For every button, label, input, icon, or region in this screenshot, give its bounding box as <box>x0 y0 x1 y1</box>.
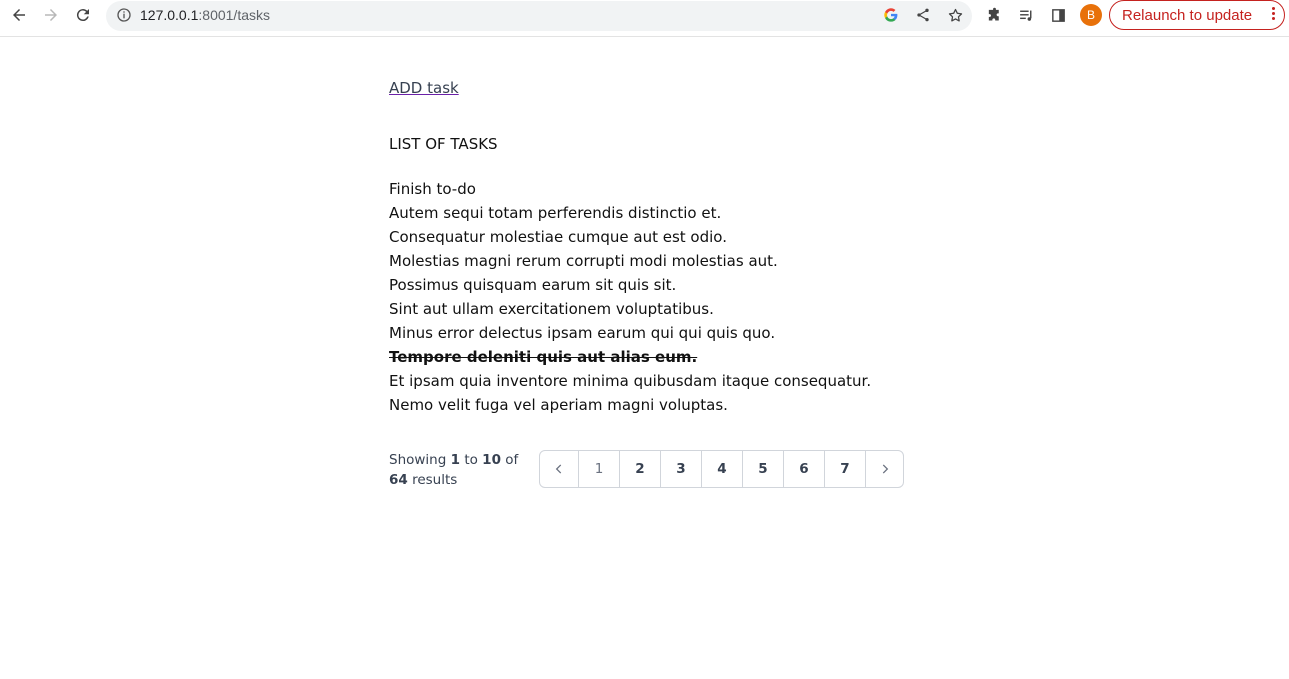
extensions-icon[interactable] <box>983 4 1005 26</box>
to-word: to <box>464 452 478 468</box>
url-text[interactable]: 127.0.0.1:8001/tasks <box>140 7 270 23</box>
page-1-button[interactable]: 1 <box>578 451 619 487</box>
more-vert-icon[interactable] <box>1272 7 1276 23</box>
task-list: Finish to-do Autem sequi totam perferend… <box>389 179 871 419</box>
of-word: of <box>505 452 519 468</box>
chevron-left-icon <box>555 464 562 474</box>
add-task-link[interactable]: ADD task <box>389 79 459 97</box>
browser-toolbar: 127.0.0.1:8001/tasks B Relaunch to updat… <box>0 0 1289 37</box>
chevron-right-icon <box>882 464 888 474</box>
info-icon[interactable] <box>116 7 132 23</box>
arrow-left-icon <box>13 9 25 21</box>
pagination-summary: Showing 1 to 10 of 64 results <box>389 450 534 490</box>
page-4-button[interactable]: 4 <box>701 451 742 487</box>
url-path: :8001/tasks <box>198 7 270 23</box>
relaunch-label: Relaunch to update <box>1122 6 1253 24</box>
reload-icon <box>76 9 89 22</box>
side-panel-icon[interactable] <box>1047 4 1069 26</box>
task-item: Sint aut ullam exercitationem voluptatib… <box>389 300 714 318</box>
range-from: 1 <box>450 452 461 468</box>
previous-page-button[interactable] <box>540 451 578 487</box>
task-item: Nemo velit fuga vel aperiam magni volupt… <box>389 396 728 414</box>
page-3-button[interactable]: 3 <box>660 451 701 487</box>
page-6-button[interactable]: 6 <box>783 451 824 487</box>
share-icon[interactable] <box>913 5 933 25</box>
reading-list-icon[interactable] <box>1015 4 1037 26</box>
task-item-completed: Tempore deleniti quis aut alias eum. <box>389 348 698 366</box>
task-item: Minus error delectus ipsam earum qui qui… <box>389 324 776 342</box>
list-heading: LIST OF TASKS <box>389 135 498 153</box>
forward-button[interactable] <box>37 4 65 26</box>
task-item: Possimus quisquam earum sit quis sit. <box>389 276 677 294</box>
bookmark-star-icon[interactable] <box>945 5 965 25</box>
page-5-button[interactable]: 5 <box>742 451 783 487</box>
task-item: Autem sequi totam perferendis distinctio… <box>389 204 722 222</box>
back-button[interactable] <box>5 4 33 26</box>
relaunch-button[interactable]: Relaunch to update <box>1109 0 1285 30</box>
profile-avatar[interactable]: B <box>1080 4 1102 26</box>
pagination: 1 2 3 4 5 6 7 <box>539 450 904 488</box>
task-item: Et ipsam quia inventore minima quibusdam… <box>389 372 872 390</box>
address-bar[interactable]: 127.0.0.1:8001/tasks <box>106 1 972 31</box>
task-item: Molestias magni rerum corrupti modi mole… <box>389 252 778 270</box>
page-2-button[interactable]: 2 <box>619 451 660 487</box>
task-item: Finish to-do <box>389 180 476 198</box>
arrow-right-icon <box>45 9 57 21</box>
reload-button[interactable] <box>69 4 97 26</box>
task-item: Consequatur molestiae cumque aut est odi… <box>389 228 727 246</box>
url-host: 127.0.0.1 <box>140 7 199 23</box>
google-icon[interactable] <box>881 5 901 25</box>
showing-word: Showing <box>389 452 447 468</box>
next-page-button[interactable] <box>865 451 903 487</box>
results-word: results <box>412 472 458 488</box>
range-to: 10 <box>482 452 501 468</box>
page-7-button[interactable]: 7 <box>824 451 865 487</box>
total-count: 64 <box>389 472 408 488</box>
